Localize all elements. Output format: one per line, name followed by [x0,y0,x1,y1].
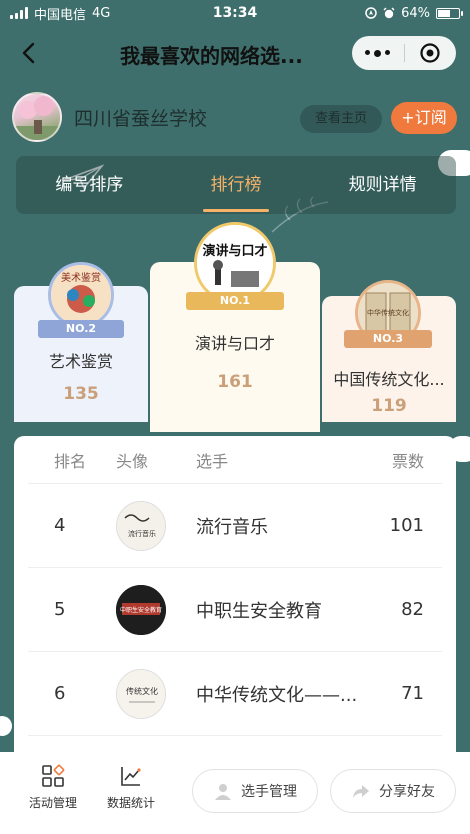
grid-icon [42,764,65,787]
status-time: 13:34 [212,5,258,21]
ranking-list-header: 排名 头像 选手 票数 [28,436,442,484]
svg-text:美术鉴赏: 美术鉴赏 [61,271,101,284]
row-player-name: 中职生安全教育 [196,600,322,622]
share-friends-label: 分享好友 [379,784,435,800]
podium-first-badge: NO.1 [186,292,284,310]
battery-percent: 64% [401,5,430,21]
activity-management-label: 活动管理 [28,796,77,810]
school-avatar[interactable] [12,92,62,142]
data-stats-label: 数据统计 [106,796,155,810]
svg-text:演讲与口才: 演讲与口才 [202,243,267,259]
row-avatar-image: 中职生安全教育 [116,584,166,635]
header-votes: 票数 [391,451,424,471]
podium-first-votes: 161 [217,372,253,392]
row-votes: 101 [389,515,424,536]
back-arrow-icon[interactable] [14,38,44,68]
player-management-label: 选手管理 [241,784,297,800]
header-rank: 排名 [54,451,87,471]
alarm-icon [383,7,395,19]
table-row[interactable]: 6 传统文化 中华传统文化——... 71 [28,652,442,736]
table-row[interactable]: 5 中职生安全教育 中职生安全教育 82 [28,568,442,652]
close-target-icon[interactable] [404,42,456,64]
signal-icon [10,7,28,19]
podium-second-votes: 135 [63,384,99,404]
share-arrow-icon [353,785,369,798]
tab-bar: 编号排序 排行榜 规则详情 [16,156,456,214]
school-avatar-image [14,96,60,140]
svg-text:流行音乐: 流行音乐 [128,529,156,538]
more-dots-icon[interactable] [352,49,404,57]
data-stats-button[interactable]: 数据统计 [96,764,166,811]
row-avatar-image: 传统文化 [117,669,165,718]
podium-second-avatar-image: 美术鉴赏 [51,265,111,325]
row-player-name: 流行音乐 [196,516,268,538]
row-rank: 5 [54,599,66,620]
share-friends-button[interactable]: 分享好友 [330,769,456,813]
row-votes: 71 [401,683,424,704]
podium-second-avatar[interactable]: 美术鉴赏 [48,262,114,328]
view-homepage-button[interactable]: 查看主页 [300,105,382,133]
podium-second-name: 艺术鉴赏 [48,352,113,371]
svg-text:传统文化: 传统文化 [126,686,158,696]
carrier-label: 中国电信 [34,7,87,23]
activity-management-button[interactable]: 活动管理 [18,764,88,811]
row-avatar[interactable]: 传统文化 [116,668,166,719]
bottom-toolbar: 活动管理 数据统计 选手管理 分享好友 [0,752,470,834]
page-title: 我最喜欢的网络选... [120,44,303,68]
row-avatar[interactable]: 流行音乐 [116,500,166,551]
ranking-list: 排名 头像 选手 票数 4 流行音乐 流行音乐 101 5 中职生安全教育 中职… [14,436,456,756]
school-name: 四川省蚕丝学校 [74,108,208,130]
header-player: 选手 [196,451,229,471]
podium-first-avatar-image: 演讲与口才 [197,225,273,301]
decor-cloud [0,716,12,736]
podium-third-votes: 119 [371,396,407,416]
location-icon [365,7,377,19]
table-row[interactable]: 4 流行音乐 流行音乐 101 [28,484,442,568]
battery-icon [436,7,463,19]
podium-second-badge: NO.2 [38,320,124,338]
battery-fill [438,9,451,17]
row-player-name: 中华传统文化——... [196,684,358,706]
header-avatar: 头像 [116,451,149,471]
nav-bar: 我最喜欢的网络选... [0,30,470,76]
svg-text:中华传统文化: 中华传统文化 [367,308,409,317]
tab-leaderboard[interactable]: 排行榜 [163,156,310,214]
player-management-button[interactable]: 选手管理 [192,769,318,813]
subscribe-button[interactable]: +订阅 [391,102,457,134]
status-bar: 中国电信 4G 13:34 64% [0,0,470,26]
network-label: 4G [92,5,111,21]
podium-third-badge: NO.3 [344,330,432,348]
svg-text:中职生安全教育: 中职生安全教育 [120,606,162,614]
podium-third-name: 中国传统文化... [333,370,445,389]
line-chart-icon [121,767,141,786]
row-avatar-image: 流行音乐 [117,501,165,550]
school-header: 四川省蚕丝学校 查看主页 +订阅 [0,92,470,144]
podium-first-name: 演讲与口才 [194,334,275,353]
tab-rules[interactable]: 规则详情 [309,156,456,214]
tab-number-order[interactable]: 编号排序 [16,156,163,214]
row-rank: 6 [54,683,66,704]
miniprogram-capsule [352,36,456,70]
row-rank: 4 [54,515,66,536]
user-icon [215,784,231,800]
row-avatar[interactable]: 中职生安全教育 [116,584,166,635]
row-votes: 82 [401,599,424,620]
